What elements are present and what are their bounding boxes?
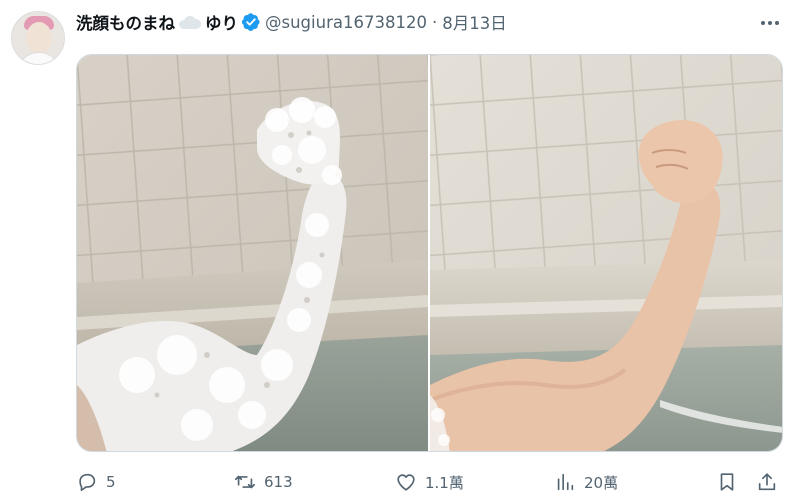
author-name-suffix[interactable]: ゆり xyxy=(205,10,238,34)
views-button[interactable]: 20萬 xyxy=(554,468,618,496)
retweet-icon xyxy=(235,475,255,489)
retweet-button[interactable]: 613 xyxy=(234,468,293,496)
tweet-date[interactable]: 8月13日 xyxy=(442,10,507,34)
media-grid xyxy=(76,54,783,452)
reply-icon xyxy=(79,473,96,492)
like-count: 1.1萬 xyxy=(425,473,464,492)
reply-button[interactable]: 5 xyxy=(76,468,116,496)
verified-badge-icon xyxy=(241,13,260,31)
share-icon xyxy=(758,473,776,491)
avatar-body xyxy=(18,52,60,64)
avatar[interactable] xyxy=(11,11,65,65)
more-options-icon[interactable] xyxy=(758,11,782,35)
tweet-header: 洗顔ものまね ゆり @sugiura16738120 · 8月13日 xyxy=(76,9,507,35)
heart-icon xyxy=(397,474,415,491)
reply-count: 5 xyxy=(106,473,116,491)
like-button[interactable]: 1.1萬 xyxy=(395,468,464,496)
retweet-count: 613 xyxy=(264,473,293,491)
avatar-face xyxy=(26,22,52,54)
tweet-card: 洗顔ものまね ゆり @sugiura16738120 · 8月13日 5 613… xyxy=(0,0,799,504)
views-count: 20萬 xyxy=(584,473,619,492)
action-bar: 5 613 1.1萬 20萬 xyxy=(76,468,783,496)
header-separator: · xyxy=(431,12,438,32)
bookmark-icon xyxy=(720,473,734,491)
photo-bare-arm[interactable] xyxy=(430,55,782,451)
bar-chart-icon xyxy=(557,473,574,491)
author-display-name[interactable]: 洗顔ものまね xyxy=(76,10,175,34)
bookmark-button[interactable] xyxy=(716,468,738,496)
author-handle[interactable]: @sugiura16738120 xyxy=(265,13,427,32)
photo-lathered-arm[interactable] xyxy=(77,55,428,451)
cloud-icon xyxy=(177,14,203,30)
share-button[interactable] xyxy=(756,468,778,496)
